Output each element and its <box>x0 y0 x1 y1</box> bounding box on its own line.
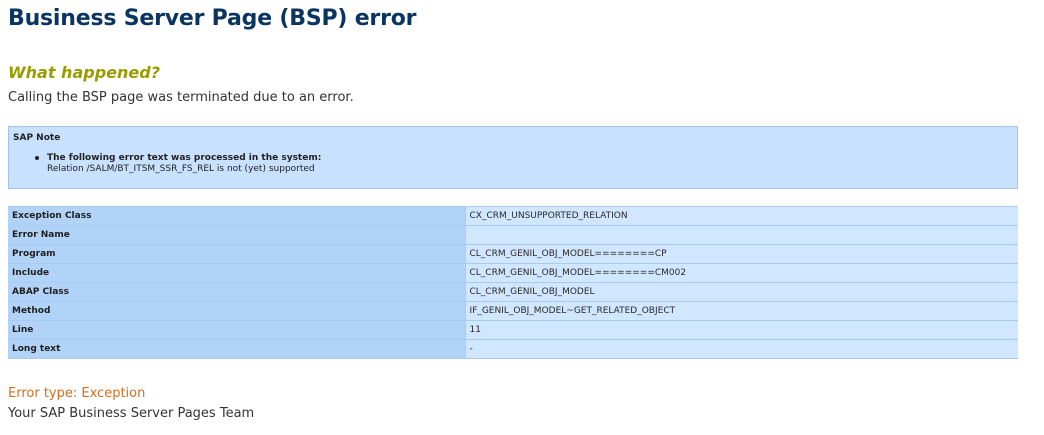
team-signature: Your SAP Business Server Pages Team <box>8 406 255 421</box>
abap-class-label: ABAP Class <box>8 282 466 302</box>
program-label: Program <box>8 244 466 264</box>
include-label: Include <box>8 263 466 283</box>
sap-note-item-detail: Relation /SALM/BT_ITSM_SSR_FS_REL is not… <box>47 164 315 174</box>
table-row: Program CL_CRM_GENIL_OBJ_MODEL========CP <box>8 244 1018 264</box>
method-label: Method <box>8 301 466 321</box>
table-row: Line 11 <box>8 320 1018 340</box>
line-value: 11 <box>465 320 1018 340</box>
include-value: CL_CRM_GENIL_OBJ_MODEL========CM002 <box>465 263 1018 283</box>
table-row: Method IF_GENIL_OBJ_MODEL~GET_RELATED_OB… <box>8 301 1018 321</box>
what-happened-heading: What happened? <box>8 63 160 82</box>
sap-note-box: SAP Note The following error text was pr… <box>8 126 1018 189</box>
page-title: Business Server Page (BSP) error <box>8 6 417 31</box>
sap-note-title: SAP Note <box>13 133 61 143</box>
abap-class-value: CL_CRM_GENIL_OBJ_MODEL <box>465 282 1018 302</box>
table-row: Long text - <box>8 339 1018 359</box>
long-text-label: Long text <box>8 339 466 359</box>
intro-text: Calling the BSP page was terminated due … <box>8 90 354 105</box>
exception-class-value: CX_CRM_UNSUPPORTED_RELATION <box>465 206 1018 226</box>
error-name-label: Error Name <box>8 225 466 245</box>
table-row: Exception Class CX_CRM_UNSUPPORTED_RELAT… <box>8 206 1018 226</box>
sap-note-item: The following error text was processed i… <box>35 153 322 175</box>
error-name-value <box>465 225 1018 245</box>
error-details-table: Exception Class CX_CRM_UNSUPPORTED_RELAT… <box>8 206 1018 359</box>
bullet-icon <box>35 156 39 160</box>
long-text-value: - <box>465 339 1018 359</box>
table-row: Error Name <box>8 225 1018 245</box>
method-value: IF_GENIL_OBJ_MODEL~GET_RELATED_OBJECT <box>465 301 1018 321</box>
exception-class-label: Exception Class <box>8 206 466 226</box>
line-label: Line <box>8 320 466 340</box>
sap-note-list: The following error text was processed i… <box>35 153 322 175</box>
table-row: Include CL_CRM_GENIL_OBJ_MODEL========CM… <box>8 263 1018 283</box>
program-value: CL_CRM_GENIL_OBJ_MODEL========CP <box>465 244 1018 264</box>
table-row: ABAP Class CL_CRM_GENIL_OBJ_MODEL <box>8 282 1018 302</box>
error-type: Error type: Exception <box>8 386 146 401</box>
sap-note-item-title: The following error text was processed i… <box>47 153 322 163</box>
